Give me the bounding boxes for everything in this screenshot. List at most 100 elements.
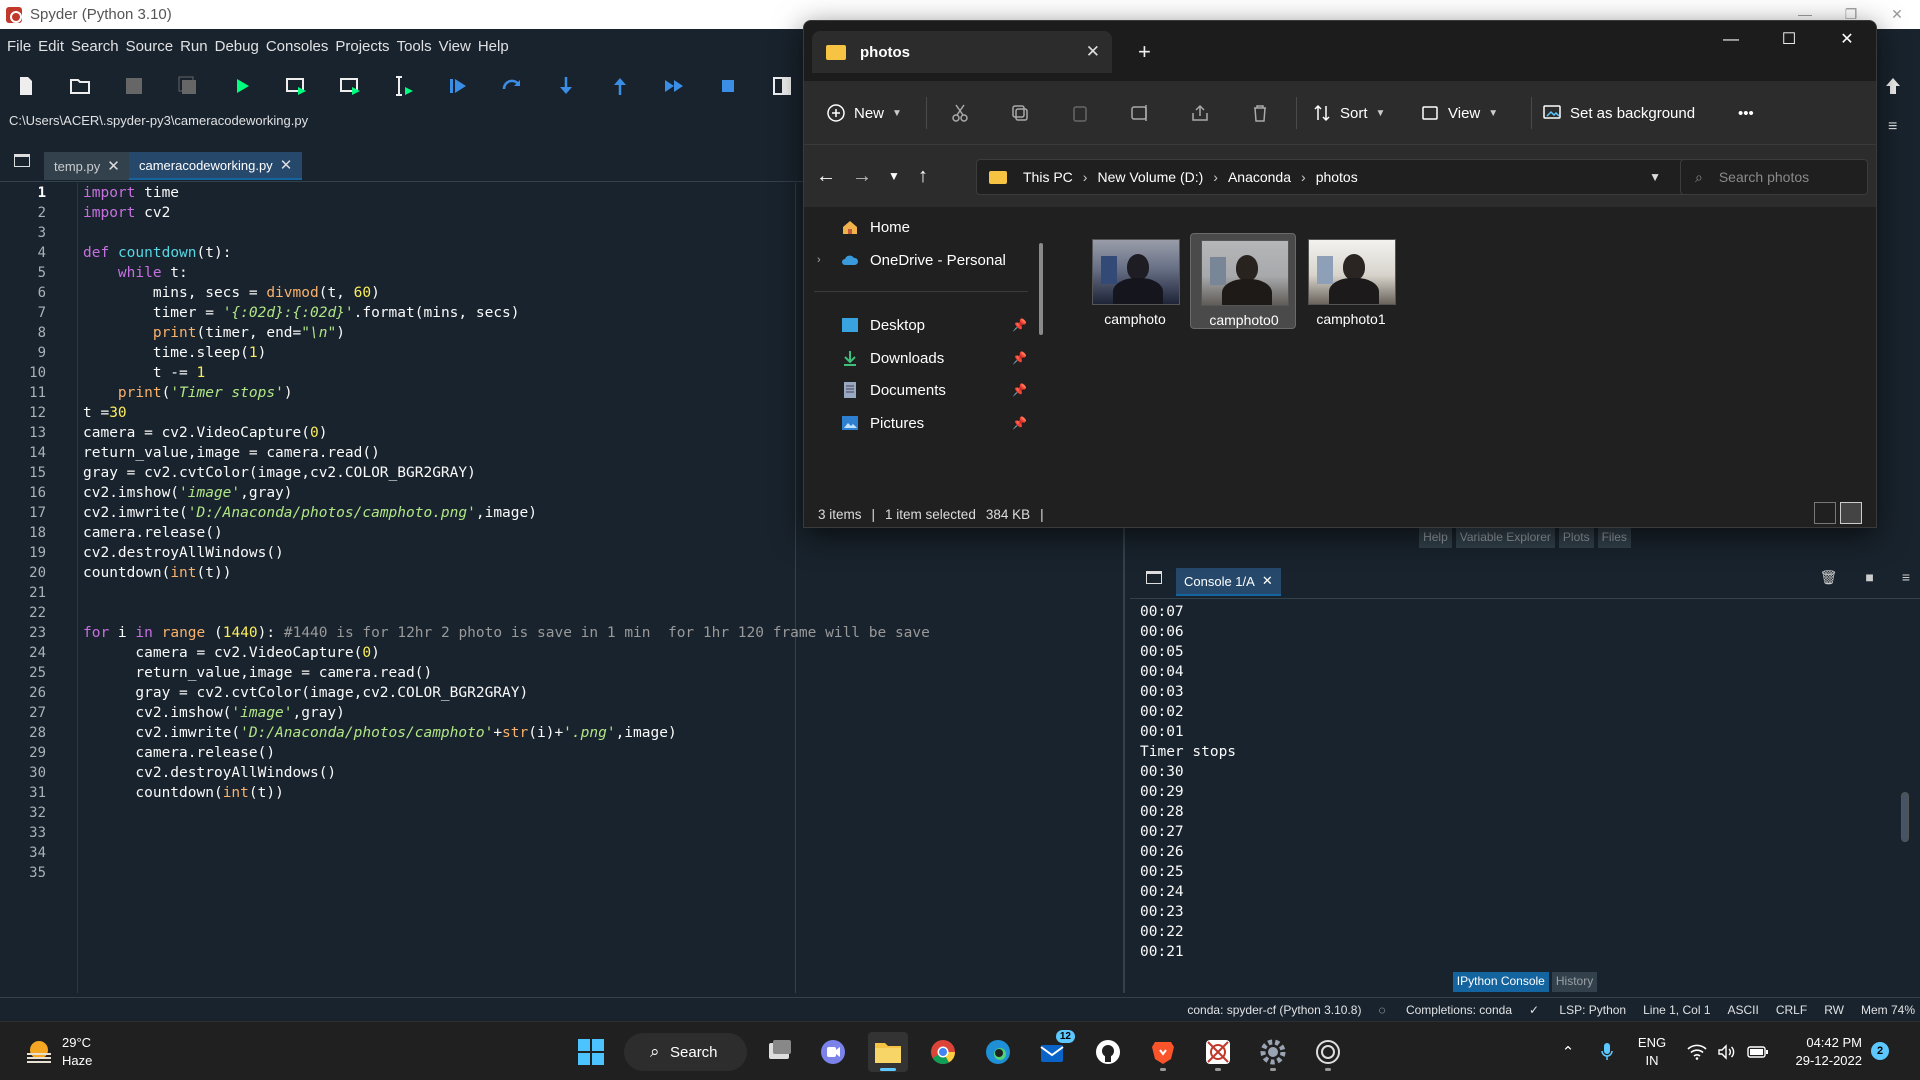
menu-run[interactable]: Run — [180, 38, 208, 55]
trash-icon[interactable]: 🗑 — [1820, 569, 1838, 586]
console-output[interactable]: 00:07 00:06 00:05 00:04 00:03 00:02 00:01 Timer… — [1140, 602, 1890, 964]
menu-projects[interactable]: Projects — [335, 38, 389, 55]
spyder-taskbar-button[interactable] — [1198, 1032, 1238, 1072]
stop-kernel-icon[interactable]: ■ — [1865, 569, 1873, 586]
explorer-tab[interactable]: photos ✕ — [812, 31, 1112, 73]
tab-ipython-console[interactable]: IPython Console — [1452, 972, 1549, 992]
console-scrollbar[interactable] — [1900, 602, 1910, 964]
step-return-icon[interactable] — [607, 73, 633, 99]
forward-arrow-icon[interactable]: → — [851, 165, 873, 187]
tab-files[interactable]: Files — [1597, 528, 1631, 548]
set-as-background-button[interactable]: Set as background — [1542, 99, 1695, 127]
delete-button[interactable] — [1250, 99, 1270, 127]
task-view-button[interactable] — [760, 1032, 800, 1072]
expand-chevron-icon[interactable]: › — [817, 254, 821, 266]
nav-desktop[interactable]: Desktop 📌 — [804, 309, 1034, 341]
cut-button[interactable] — [950, 99, 970, 127]
wifi-icon[interactable] — [1685, 1022, 1709, 1080]
maximize-button[interactable]: ☐ — [1760, 21, 1818, 59]
teams-chat-button[interactable] — [813, 1032, 853, 1072]
sort-button[interactable]: Sort ▼ — [1312, 99, 1385, 127]
tab-variable-explorer[interactable]: Variable Explorer — [1455, 528, 1555, 548]
back-arrow-icon[interactable]: ← — [815, 165, 837, 187]
settings-button[interactable] — [1253, 1032, 1293, 1072]
file-item[interactable]: camphoto1 — [1298, 233, 1404, 329]
menu-search[interactable]: Search — [71, 38, 119, 55]
tab-cameracodeworking-py[interactable]: cameracodeworking.py ✕ — [129, 152, 303, 180]
step-into-icon[interactable] — [553, 73, 579, 99]
battery-icon[interactable] — [1745, 1022, 1771, 1080]
details-view-icon[interactable] — [1814, 502, 1836, 524]
menu-view[interactable]: View — [439, 38, 471, 55]
new-button[interactable]: New ▼ — [826, 99, 902, 127]
language-indicator[interactable]: ENG IN — [1630, 1022, 1674, 1080]
volume-icon[interactable] — [1715, 1022, 1739, 1080]
rename-button[interactable] — [1130, 99, 1150, 127]
breadcrumb-separator-icon[interactable]: › — [1213, 169, 1218, 185]
paste-button[interactable] — [1070, 99, 1090, 127]
nav-home[interactable]: Home — [804, 211, 1034, 243]
show-hidden-icons-icon[interactable]: ⌃ — [1556, 1022, 1580, 1080]
save-icon[interactable] — [121, 73, 147, 99]
new-tab-button[interactable]: + — [1138, 39, 1151, 65]
pane-options-icon[interactable]: ≡ — [1888, 118, 1897, 136]
menu-file[interactable]: File — [7, 38, 31, 55]
clock[interactable]: 04:42 PM 29-12-2022 — [1780, 1022, 1863, 1080]
more-options-button[interactable]: ••• — [1738, 99, 1754, 127]
weather-widget[interactable]: 29°C Haze — [24, 1032, 92, 1072]
pin-icon[interactable]: 📌 — [1012, 318, 1027, 332]
address-dropdown-icon[interactable]: ▼ — [1649, 170, 1661, 184]
view-button[interactable]: View ▼ — [1420, 99, 1498, 127]
browse-consoles-icon[interactable] — [1146, 571, 1162, 584]
up-arrow-icon[interactable] — [1880, 73, 1906, 99]
menu-consoles[interactable]: Consoles — [266, 38, 329, 55]
mail-button[interactable]: 12 — [1033, 1030, 1075, 1072]
up-arrow-icon[interactable]: ↑ — [912, 165, 934, 187]
tab-plots[interactable]: Plots — [1558, 528, 1594, 548]
close-console-icon[interactable]: ✕ — [1262, 573, 1273, 589]
run-cell-advance-icon[interactable] — [337, 73, 363, 99]
close-tab-icon[interactable]: ✕ — [1086, 42, 1100, 62]
menu-tools[interactable]: Tools — [397, 38, 432, 55]
open-file-icon[interactable] — [67, 73, 93, 99]
start-button[interactable] — [571, 1032, 611, 1072]
step-over-icon[interactable] — [499, 73, 525, 99]
run-icon[interactable] — [229, 73, 255, 99]
menu-source[interactable]: Source — [126, 38, 174, 55]
minimize-button[interactable]: — — [1702, 21, 1760, 59]
menu-edit[interactable]: Edit — [38, 38, 64, 55]
taskbar-search[interactable]: ⌕ Search — [624, 1033, 747, 1071]
new-file-icon[interactable] — [13, 73, 39, 99]
menu-debug[interactable]: Debug — [215, 38, 259, 55]
close-button[interactable]: ✕ — [1818, 21, 1876, 59]
maximize-pane-icon[interactable] — [769, 73, 795, 99]
brave-button[interactable] — [1143, 1032, 1183, 1072]
tab-history[interactable]: History — [1551, 972, 1598, 992]
file-item[interactable]: camphoto — [1082, 233, 1188, 329]
nav-documents[interactable]: Documents 📌 — [804, 374, 1034, 406]
run-cell-icon[interactable] — [283, 73, 309, 99]
notification-badge[interactable]: 2 — [1871, 1042, 1889, 1060]
nav-onedrive[interactable]: › OneDrive - Personal — [804, 244, 1034, 276]
nav-pictures[interactable]: Pictures 📌 — [804, 407, 1034, 439]
close-button[interactable]: ✕ — [1874, 0, 1920, 29]
copy-button[interactable] — [1010, 99, 1030, 127]
chrome-button[interactable] — [923, 1032, 963, 1072]
file-explorer-taskbar-button[interactable] — [868, 1032, 908, 1072]
run-selection-icon[interactable] — [391, 73, 417, 99]
anaconda-button[interactable] — [1308, 1032, 1348, 1072]
nav-scrollbar[interactable] — [1039, 243, 1043, 335]
edge-button[interactable] — [978, 1032, 1018, 1072]
github-desktop-button[interactable] — [1088, 1032, 1128, 1072]
recent-locations-icon[interactable]: ▼ — [883, 165, 905, 187]
breadcrumb-photos[interactable]: photos — [1316, 169, 1358, 185]
address-bar[interactable]: This PC › New Volume (D:) › Anaconda › p… — [976, 159, 1714, 195]
status-env[interactable]: conda: spyder-cf (Python 3.10.8) — [1187, 1003, 1361, 1017]
breadcrumb-separator-icon[interactable]: › — [1301, 169, 1306, 185]
browse-tabs-icon[interactable] — [14, 154, 30, 167]
menu-help[interactable]: Help — [478, 38, 509, 55]
search-box[interactable]: ⌕ Search photos — [1680, 159, 1868, 195]
tab-temp-py[interactable]: temp.py ✕ — [44, 152, 130, 180]
share-button[interactable] — [1190, 99, 1210, 127]
microphone-icon[interactable] — [1595, 1022, 1619, 1080]
